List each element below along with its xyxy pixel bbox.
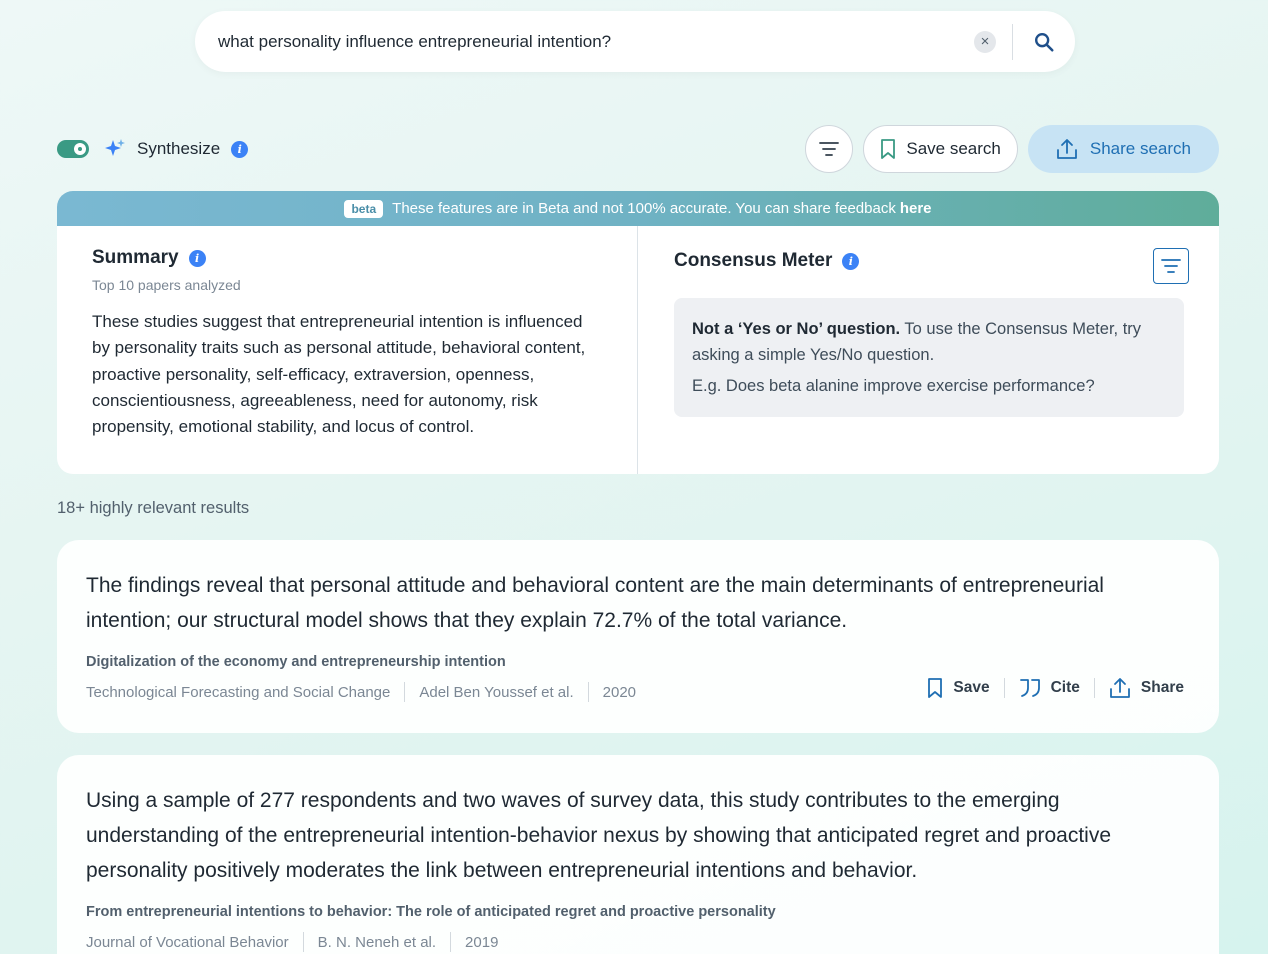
upload-icon xyxy=(1056,139,1077,159)
result-paper-title[interactable]: From entrepreneurial intentions to behav… xyxy=(86,904,1190,920)
sparkle-icon xyxy=(103,137,127,161)
beta-banner: beta These features are in Beta and not … xyxy=(57,191,1219,226)
meta-divider xyxy=(450,932,452,952)
summary-text: These studies suggest that entrepreneuri… xyxy=(92,312,586,437)
bookmark-icon xyxy=(881,139,896,159)
consensus-section: Consensus Meter i Not a ‘Yes or No’ ques… xyxy=(638,226,1219,474)
result-paper-title[interactable]: Digitalization of the economy and entrep… xyxy=(86,654,1190,670)
share-search-label: Share search xyxy=(1089,139,1191,158)
beta-badge: beta xyxy=(344,199,384,218)
consensus-info-icon[interactable]: i xyxy=(842,252,860,270)
clear-search-button[interactable]: × xyxy=(974,30,996,53)
consensus-filter-button[interactable] xyxy=(1153,248,1189,284)
toolbar-actions: Save search Share search xyxy=(805,125,1219,173)
toolbar: Synthesize i Save search Share search xyxy=(57,125,1219,173)
result-card[interactable]: Using a sample of 277 respondents and tw… xyxy=(57,755,1219,954)
result-claim: The findings reveal that personal attitu… xyxy=(86,574,1104,632)
result-claim: Using a sample of 277 respondents and tw… xyxy=(86,789,1112,882)
result-actions: Save Cite Share xyxy=(927,677,1184,699)
result-journal: Technological Forecasting and Social Cha… xyxy=(86,683,391,701)
info-icon[interactable]: i xyxy=(231,140,249,158)
filter-icon xyxy=(1161,259,1181,273)
consensus-bold: Not a ‘Yes or No’ question. xyxy=(692,320,901,338)
quote-icon xyxy=(1019,679,1040,697)
consensus-title: Consensus Meter xyxy=(674,250,833,271)
summary-title: Summary xyxy=(92,247,179,268)
consensus-example: E.g. Does beta alanine improve exercise … xyxy=(692,377,1095,395)
search-icon xyxy=(1035,32,1054,52)
search-bar: × xyxy=(195,11,1075,72)
beta-message: These features are in Beta and not 100% … xyxy=(392,200,896,217)
summary-section: Summary i Top 10 papers analyzed These s… xyxy=(57,226,638,474)
result-year: 2020 xyxy=(602,683,637,701)
meta-divider xyxy=(404,682,406,702)
share-search-button[interactable]: Share search xyxy=(1027,125,1219,173)
results-count: 18+ highly relevant results xyxy=(57,499,250,517)
synthesize-label: Synthesize xyxy=(137,139,221,158)
summary-info-icon[interactable]: i xyxy=(188,249,206,267)
result-authors: Adel Ben Youssef et al. xyxy=(419,683,574,701)
result-year: 2019 xyxy=(465,933,499,951)
summary-subtitle: Top 10 papers analyzed xyxy=(92,277,241,293)
save-search-button[interactable]: Save search xyxy=(863,125,1018,173)
save-label: Save xyxy=(953,679,990,696)
cite-button[interactable]: Cite xyxy=(1019,678,1080,698)
result-card[interactable]: The findings reveal that personal attitu… xyxy=(57,540,1219,733)
feedback-link[interactable]: here xyxy=(900,200,932,217)
filter-button[interactable] xyxy=(805,125,854,173)
upload-icon xyxy=(1110,678,1130,698)
action-divider xyxy=(1003,678,1005,698)
close-icon: × xyxy=(980,33,990,50)
share-label: Share xyxy=(1140,679,1184,696)
cite-label: Cite xyxy=(1050,679,1080,696)
result-journal: Journal of Vocational Behavior xyxy=(86,933,289,951)
search-input[interactable] xyxy=(195,11,974,72)
synthesis-panel: beta These features are in Beta and not … xyxy=(57,191,1219,474)
search-button[interactable] xyxy=(1013,11,1075,72)
bookmark-icon xyxy=(928,678,943,698)
action-divider xyxy=(1093,678,1095,698)
filter-icon xyxy=(819,142,840,156)
consensus-message-box: Not a ‘Yes or No’ question. To use the C… xyxy=(674,298,1184,417)
synthesize-toggle[interactable] xyxy=(57,140,89,158)
meta-divider xyxy=(302,932,304,952)
share-button[interactable]: Share xyxy=(1109,677,1184,699)
meta-divider xyxy=(587,682,589,702)
save-button[interactable]: Save xyxy=(927,677,990,699)
save-search-label: Save search xyxy=(906,139,1001,158)
result-authors: B. N. Neneh et al. xyxy=(317,933,437,951)
result-meta: Journal of Vocational Behavior B. N. Nen… xyxy=(86,932,1190,952)
